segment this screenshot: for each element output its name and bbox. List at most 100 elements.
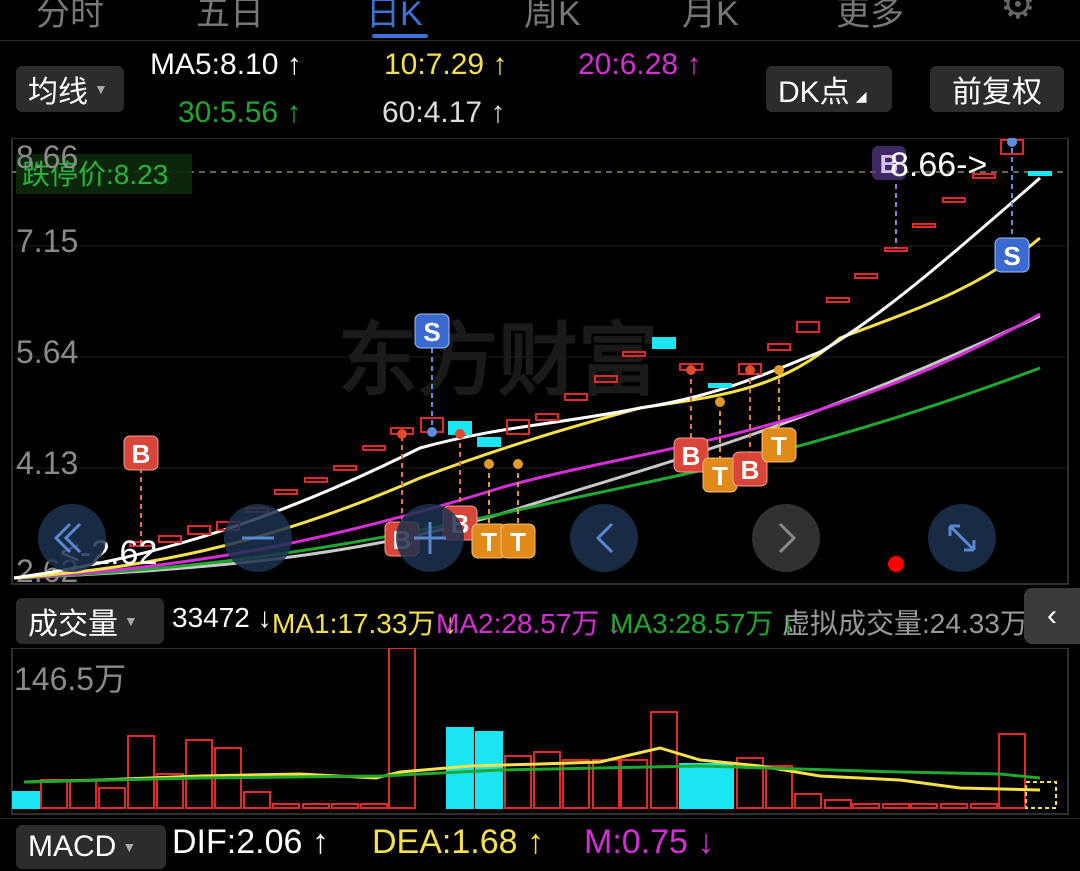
macd-header: MACD ▼ DIF:2.06 ↑ DEA:1.68 ↑ M:0.75 ↓ — [0, 818, 1080, 871]
dk-point-label: DK点 — [778, 76, 850, 109]
volume-bar — [243, 791, 271, 809]
active-tab-indicator — [372, 34, 428, 38]
volume-bar — [360, 803, 388, 809]
caret-down-icon: ▼ — [122, 839, 137, 855]
tab-monthly-k[interactable]: 月K — [682, 0, 739, 35]
ma30-value: 30:5.56 ↑ — [178, 96, 302, 129]
volume-bar — [765, 765, 793, 809]
volume-ma2: MA2:28.57万 ↓ — [436, 608, 622, 639]
macd-m: M:0.75 ↓ — [584, 823, 715, 861]
forward-adjust-button[interactable]: 前复权 — [930, 66, 1064, 112]
volume-frame — [11, 648, 1069, 815]
svg-text:S: S — [1003, 241, 1020, 271]
ma5-value: MA5:8.10 ↑ — [150, 48, 302, 81]
volume-bar — [882, 803, 910, 809]
zoom-in-button[interactable] — [396, 504, 464, 572]
volume-bar — [940, 803, 968, 809]
tab-weekly-k[interactable]: 周K — [524, 0, 581, 35]
volume-bar — [302, 803, 330, 809]
volume-ma1: MA1:17.33万 ↓ — [272, 608, 458, 639]
tab-daily-k[interactable]: 日K — [366, 0, 423, 35]
svg-text:S: S — [423, 317, 440, 347]
signal-dots — [397, 137, 1017, 469]
sell-marker: S — [994, 237, 1030, 273]
price-tick: 5.64 — [16, 334, 78, 370]
period-tab-bar: 分时 五日 日K 周K 月K 更多 ⚙ — [0, 0, 1080, 41]
tab-more[interactable]: 更多 — [836, 0, 904, 35]
candlestick — [767, 343, 791, 351]
t-marker: T — [500, 523, 536, 559]
caret-down-icon: ▼ — [94, 81, 108, 97]
macd-selector[interactable]: MACD ▼ — [16, 825, 166, 869]
ma-selector[interactable]: 均线 ▼ — [16, 66, 124, 112]
candlestick — [304, 477, 328, 483]
volume-bar — [910, 803, 938, 809]
t-marker: T — [702, 457, 738, 493]
candlestick — [884, 247, 908, 252]
volume-bar — [185, 739, 213, 809]
svg-text:T: T — [481, 527, 497, 557]
volume-bar — [706, 763, 734, 809]
buy-marker: B — [123, 435, 159, 471]
sell-marker: S — [414, 313, 450, 349]
ma60-value: 60:4.17 ↑ — [382, 96, 506, 129]
candlestick — [274, 489, 298, 495]
volume-axis-max: 146.5万 — [14, 661, 126, 697]
candlestick — [912, 223, 936, 228]
nav-fast-back-button[interactable] — [38, 504, 106, 572]
candlestick — [158, 535, 182, 543]
volume-bar — [650, 711, 678, 809]
candlestick — [854, 273, 878, 279]
candlestick — [535, 413, 559, 421]
collapse-panel-button[interactable]: ‹ — [1024, 588, 1080, 644]
volume-bar — [127, 735, 155, 809]
zoom-out-button[interactable] — [224, 504, 292, 572]
volume-bar — [272, 803, 300, 809]
macd-selector-label: MACD — [28, 830, 117, 863]
svg-text:B: B — [682, 441, 701, 471]
candlestick — [942, 197, 966, 203]
volume-bar — [852, 803, 880, 809]
tab-five-day[interactable]: 五日 — [196, 0, 264, 35]
gear-icon[interactable]: ⚙ — [1000, 0, 1036, 28]
candlestick — [187, 525, 211, 535]
volume-bar — [98, 787, 126, 809]
forward-adjust-label: 前复权 — [952, 76, 1042, 109]
fullscreen-button[interactable] — [928, 504, 996, 572]
volume-selector-label: 成交量 — [28, 608, 118, 641]
kline-chart[interactable]: 东方财富 跌停价:8.23 8.66 7.15 5.64 4.13 2.62 B… — [0, 137, 1080, 589]
volume-bar — [998, 733, 1026, 809]
nav-back-button[interactable] — [570, 504, 638, 572]
current-volume-bar — [1025, 781, 1057, 809]
tab-intraday[interactable]: 分时 — [36, 0, 104, 35]
svg-text:T: T — [712, 461, 728, 491]
chevron-left-icon: ‹ — [1047, 599, 1057, 632]
volume-chart[interactable]: 146.5万 — [0, 648, 1080, 818]
svg-text:B: B — [741, 455, 760, 485]
dk-point-button[interactable]: DK点 ◢ — [766, 66, 892, 112]
corner-triangle-icon: ◢ — [855, 87, 867, 104]
volume-bar — [824, 799, 852, 809]
svg-text:T: T — [510, 527, 526, 557]
volume-selector[interactable]: 成交量 ▼ — [16, 598, 164, 644]
live-dot — [888, 556, 904, 572]
volume-bar — [970, 803, 998, 809]
nav-forward-button[interactable] — [752, 504, 820, 572]
candlestick — [796, 321, 820, 333]
macd-dif: DIF:2.06 ↑ — [172, 823, 329, 861]
candlestick — [477, 437, 501, 447]
ma10-value: 10:7.29 ↑ — [384, 48, 508, 81]
volume-bar — [794, 793, 822, 809]
volume-bar — [12, 791, 40, 809]
candlestick — [708, 383, 732, 388]
volume-bars — [12, 648, 1026, 809]
volume-bar — [388, 648, 416, 809]
macd-dea: DEA:1.68 ↑ — [372, 823, 544, 861]
volume-header: 成交量 ▼ 33472 ↓ MA1:17.33万 ↓ MA2:28.57万 ↓ … — [0, 590, 1080, 648]
high-price-label: 8.66-> — [890, 146, 987, 184]
volume-bar — [40, 779, 68, 809]
t-marker: T — [761, 427, 797, 463]
volume-ma3: MA3:28.57万 ↓ — [610, 608, 796, 639]
volume-last: 33472 ↓ — [172, 602, 272, 633]
price-tick: 8.66 — [16, 139, 78, 175]
